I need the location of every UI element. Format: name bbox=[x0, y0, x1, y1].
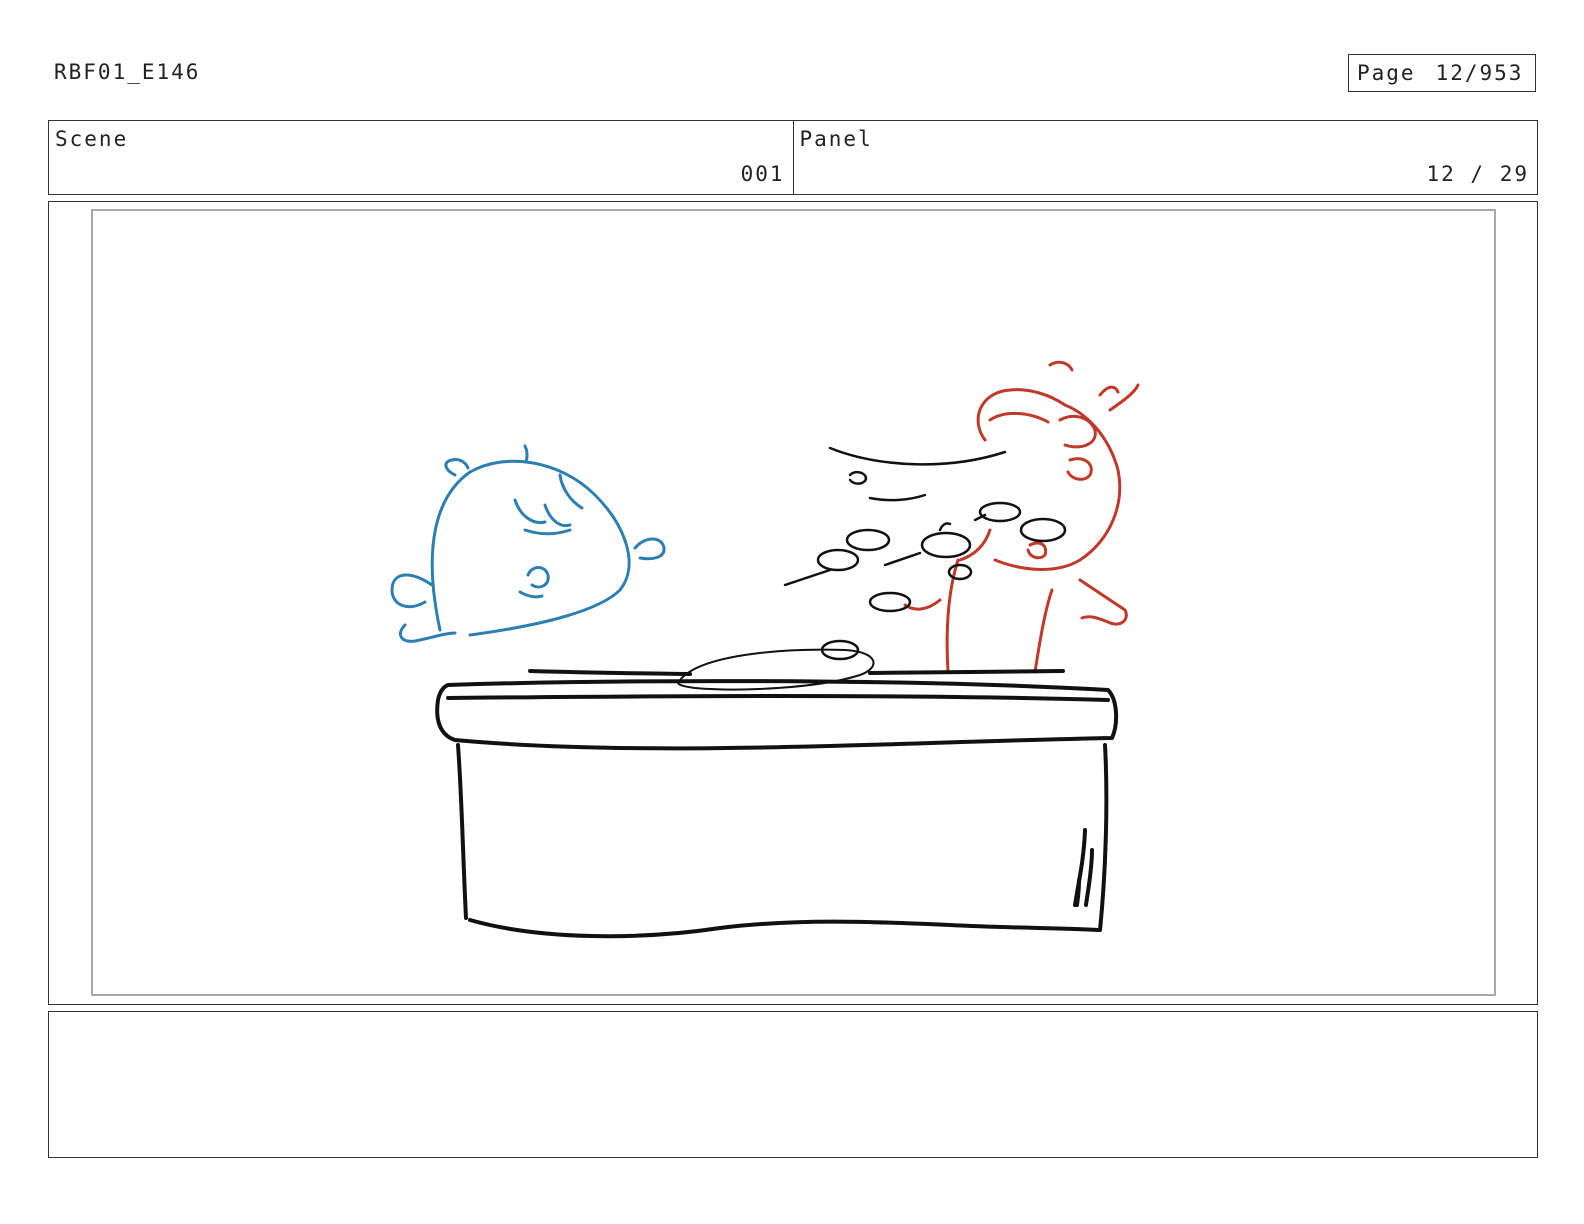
flying-cookies-sketch bbox=[783, 446, 1067, 661]
red-character-sketch bbox=[903, 360, 1140, 674]
blue-character-sketch bbox=[390, 444, 666, 643]
notes-box[interactable] bbox=[48, 1011, 1538, 1158]
counter-sketch bbox=[435, 669, 1119, 939]
